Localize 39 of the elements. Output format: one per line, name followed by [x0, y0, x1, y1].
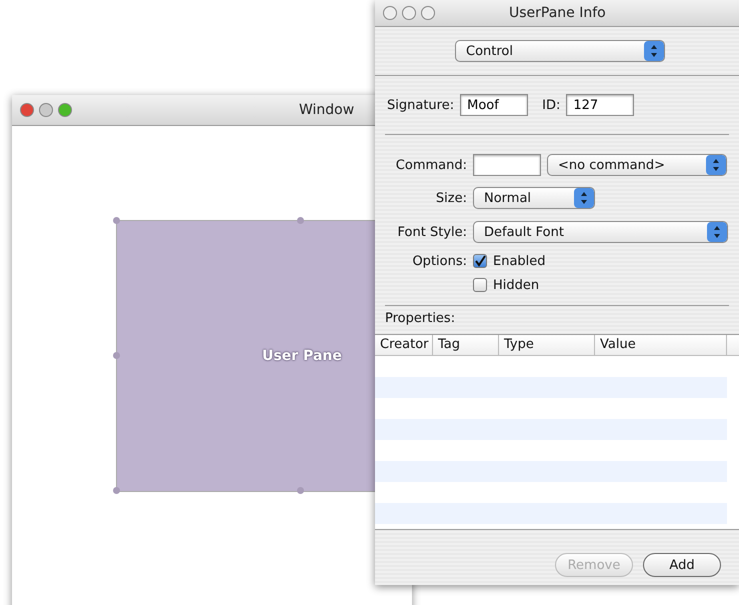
resize-handle[interactable] [113, 217, 120, 224]
zoom-button[interactable] [421, 6, 435, 20]
add-button[interactable]: Add [643, 553, 721, 577]
resize-handle[interactable] [297, 217, 304, 224]
checkbox-label: Enabled [493, 254, 546, 268]
id-field[interactable]: 127 [566, 94, 634, 116]
close-button[interactable] [20, 103, 34, 117]
command-popup[interactable]: <no command> [547, 154, 727, 176]
resize-handle[interactable] [113, 487, 120, 494]
field-label: Size: [434, 190, 467, 206]
window-title: UserPane Info [509, 5, 606, 21]
signature-field[interactable]: Moof [460, 94, 528, 116]
checkbox[interactable] [473, 254, 487, 268]
command-field[interactable] [473, 154, 541, 176]
field-label: Signature: [387, 98, 454, 112]
size-popup[interactable]: Normal [473, 187, 595, 209]
resize-handle[interactable] [113, 352, 120, 359]
close-button[interactable] [383, 6, 397, 20]
popup-arrows-icon [644, 41, 664, 61]
column-header[interactable]: Value [595, 335, 727, 355]
minimize-button[interactable] [39, 103, 53, 117]
window-title: Window [299, 102, 354, 118]
font-style-popup[interactable]: Default Font [473, 221, 728, 243]
column-header[interactable]: Creator [375, 335, 433, 355]
column-header[interactable]: Tag [433, 335, 499, 355]
minimize-button[interactable] [402, 6, 416, 20]
field-label: Command: [394, 158, 467, 172]
resize-handle[interactable] [297, 487, 304, 494]
checkbox[interactable] [473, 278, 487, 292]
popup-arrows-icon [574, 188, 594, 208]
popup-arrows-icon [707, 222, 727, 242]
zoom-button[interactable] [58, 103, 72, 117]
field-label: ID: [542, 98, 560, 112]
category-popup[interactable]: Control [455, 40, 665, 62]
popup-arrows-icon [706, 155, 726, 175]
field-label: Options: [411, 254, 467, 268]
checkbox-label: Hidden [493, 278, 540, 292]
column-header[interactable]: Type [499, 335, 595, 355]
user-pane-label: User Pane [262, 348, 342, 364]
